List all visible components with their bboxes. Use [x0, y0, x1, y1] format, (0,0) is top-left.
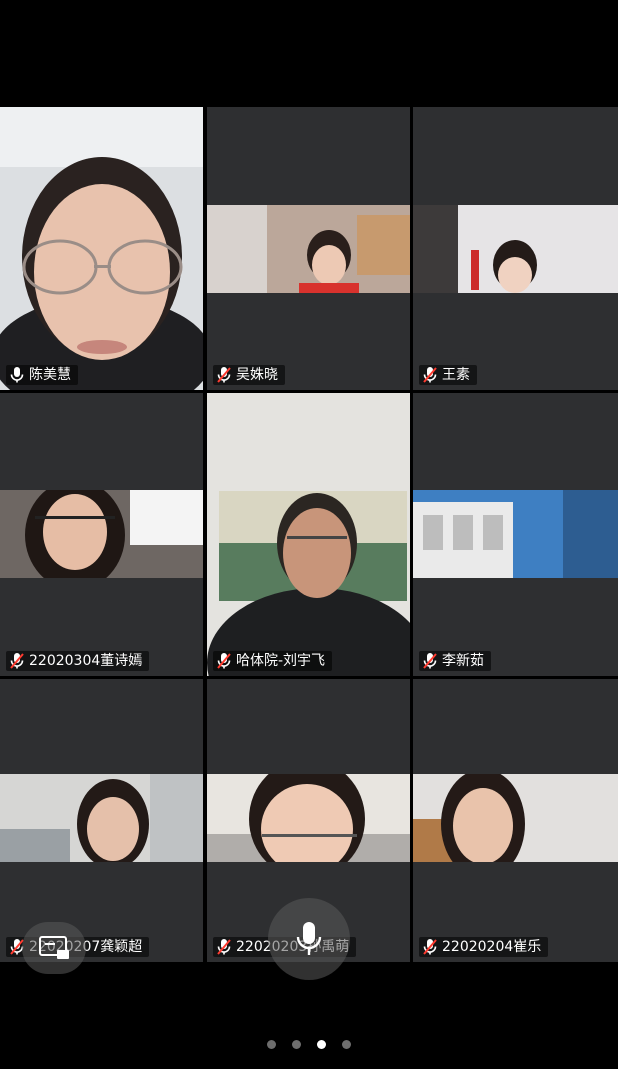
participant-video: [413, 205, 618, 293]
microphone-muted-icon: [423, 367, 437, 383]
microphone-icon: [296, 922, 322, 955]
page-dot[interactable]: [342, 1040, 351, 1049]
page-dot[interactable]: [292, 1040, 301, 1049]
participant-tile[interactable]: 22020304董诗嫣: [0, 393, 203, 676]
participant-video: [413, 774, 618, 862]
microphone-muted-icon: [217, 653, 231, 669]
participant-name-tag: 王素: [419, 365, 477, 385]
microphone-muted-icon: [217, 367, 231, 383]
participant-name: 李新茹: [442, 653, 484, 669]
participant-name: 22020204崔乐: [442, 939, 542, 955]
participant-name: 哈体院-刘宇飞: [236, 653, 326, 669]
participant-video: [0, 490, 203, 578]
participant-video: [207, 205, 410, 293]
participant-name: 22020304董诗嫣: [29, 653, 143, 669]
participant-tile[interactable]: 22020204崔乐: [413, 679, 618, 962]
participant-tile[interactable]: 陈美慧: [0, 107, 203, 390]
participant-name-tag: 李新茹: [419, 651, 491, 671]
participant-tile[interactable]: 吴姝晓: [207, 107, 410, 390]
page-dot[interactable]: [267, 1040, 276, 1049]
participant-tile[interactable]: 22020207龚颖超: [0, 679, 203, 962]
participant-tile[interactable]: 王素: [413, 107, 618, 390]
microphone-muted-icon: [10, 653, 24, 669]
participant-name: 吴姝晓: [236, 367, 278, 383]
microphone-icon: [10, 367, 24, 383]
screen-share-icon: [39, 936, 69, 959]
microphone-muted-icon: [423, 653, 437, 669]
microphone-muted-icon: [423, 939, 437, 955]
participant-video: [0, 774, 203, 862]
participant-name-tag: 陈美慧: [6, 365, 78, 385]
participant-tile[interactable]: 哈体院-刘宇飞: [207, 393, 410, 676]
participant-name: 陈美慧: [29, 367, 71, 383]
participant-name-tag: 吴姝晓: [213, 365, 285, 385]
participant-video: [207, 393, 410, 676]
screen-share-button[interactable]: [22, 922, 86, 974]
participant-name: 王素: [442, 367, 470, 383]
page-dot-active[interactable]: [317, 1040, 326, 1049]
participant-video: [207, 774, 410, 862]
participant-tile[interactable]: 李新茹: [413, 393, 618, 676]
participant-video: [0, 107, 203, 390]
page-indicator: [0, 1040, 618, 1049]
participant-name-tag: 哈体院-刘宇飞: [213, 651, 333, 671]
participant-name-tag: 22020304董诗嫣: [6, 651, 150, 671]
microphone-muted-icon: [217, 939, 231, 955]
participant-video: [413, 490, 618, 578]
microphone-button[interactable]: [268, 898, 350, 980]
participant-name-tag: 22020204崔乐: [419, 937, 549, 957]
video-grid: 陈美慧 吴姝晓 王素 22020304董诗嫣 哈体院-刘宇飞 李新茹 22020…: [0, 107, 618, 962]
